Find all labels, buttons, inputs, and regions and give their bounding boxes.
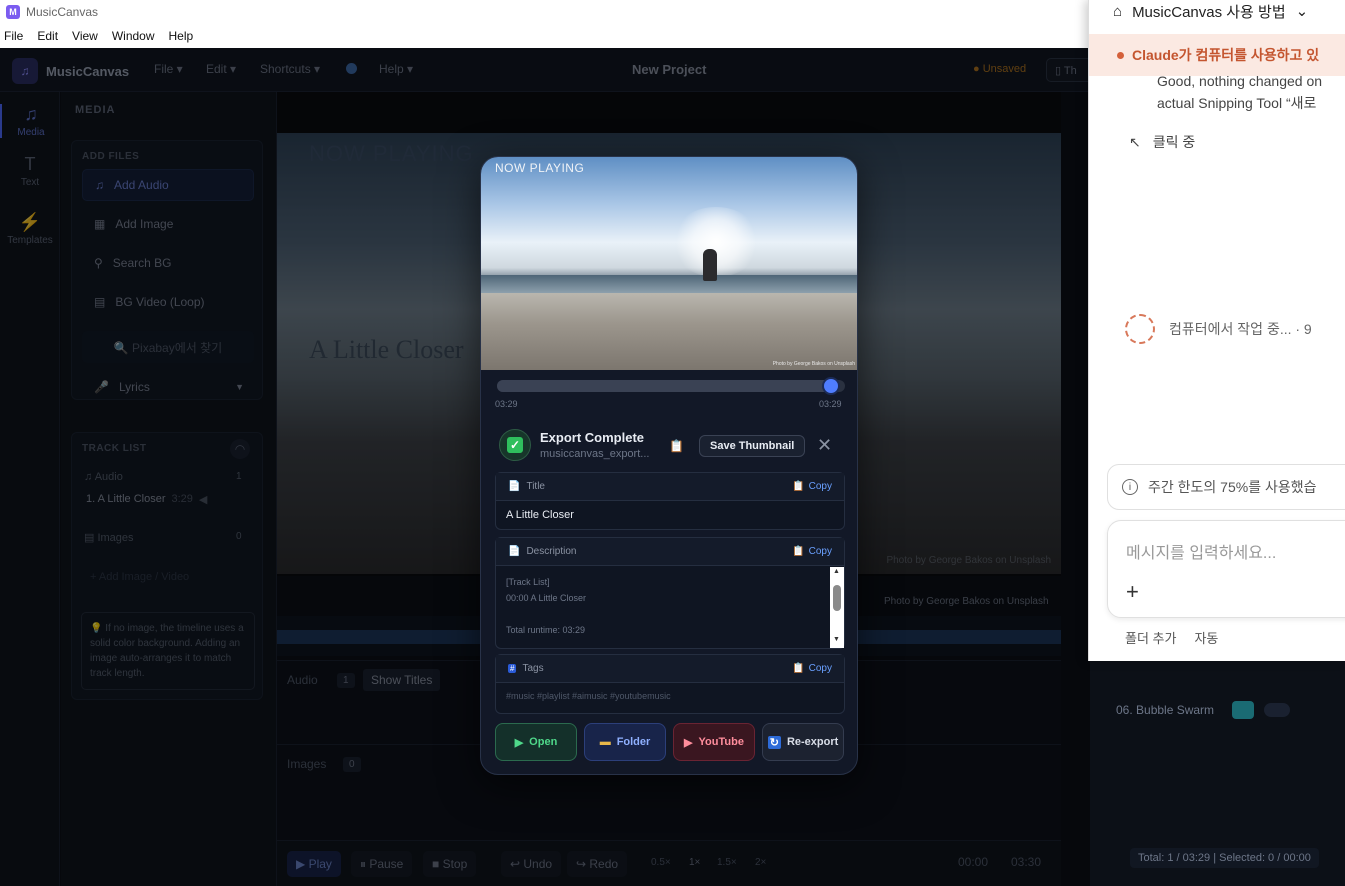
couple-silhouette: [703, 249, 717, 281]
youtube-button[interactable]: ▶ YouTube: [673, 723, 755, 761]
scroll-up-icon[interactable]: ▲: [833, 568, 840, 575]
progress-elapsed: 03:29: [495, 399, 518, 409]
copy-tags-button[interactable]: 📋 Copy: [792, 663, 832, 674]
tags-value: #music #playlist #aimusic #youtubemusic: [506, 691, 671, 701]
description-line: Total runtime: 03:29: [506, 625, 586, 635]
scroll-down-icon[interactable]: ▼: [833, 636, 840, 643]
template-toggle[interactable]: [1264, 703, 1291, 717]
copy-icon: 📋: [792, 481, 805, 492]
copy-title-button[interactable]: 📋 Copy: [792, 481, 832, 492]
description-field: 📄 Description 📋 Copy [Track List] 00:00 A…: [495, 537, 845, 649]
export-filename: musiccanvas_export...: [540, 448, 650, 460]
progress-knob[interactable]: [824, 379, 839, 393]
claude-footer: 폴더 추가 자동: [1125, 628, 1218, 647]
youtube-play-icon: ▶: [684, 736, 693, 749]
copy-label: Copy: [808, 481, 832, 492]
claude-click-label: 클릭 중: [1152, 134, 1196, 150]
window-title: MusicCanvas: [26, 5, 99, 19]
document-icon: 📄: [508, 546, 521, 557]
reexport-label: Re-export: [786, 736, 839, 748]
thumbnail-now-playing: NOW PLAYING: [495, 161, 585, 175]
menu-view[interactable]: View: [72, 29, 98, 43]
template-item[interactable]: 06. Bubble Swarm: [1088, 692, 1298, 728]
claude-working-status: 컴퓨터에서 작업 중... · 9: [1125, 314, 1312, 344]
youtube-label: YouTube: [698, 736, 744, 748]
claude-alert-text: Claude가 컴퓨터를 사용하고 있: [1132, 47, 1320, 63]
window-titlebar: M MusicCanvas: [0, 0, 1090, 24]
add-folder-button[interactable]: 폴더 추가: [1125, 628, 1176, 647]
menubar: File Edit View Window Help: [0, 24, 1090, 48]
template-item-label: 06. Bubble Swarm: [1116, 703, 1215, 717]
app-logo-icon: M: [6, 5, 20, 19]
description-text[interactable]: [Track List] 00:00 A Little Closer Total…: [506, 574, 586, 638]
menu-file[interactable]: File: [4, 29, 23, 43]
claude-panel: ⌂ MusicCanvas 사용 방법 ⌄ Claude가 컴퓨터를 사용하고 …: [1088, 0, 1345, 661]
thumbnail-credit: Photo by George Bakos on Unsplash: [772, 361, 855, 367]
totals-status: Total: 1 / 03:29 | Selected: 0 / 00:00: [1130, 848, 1319, 868]
description-line: [Track List]: [506, 577, 550, 587]
clipboard-icon[interactable]: 📋: [669, 439, 684, 453]
info-icon: i: [1122, 479, 1138, 495]
menu-window[interactable]: Window: [112, 29, 155, 43]
copy-description-button[interactable]: 📋 Copy: [792, 546, 832, 557]
export-progress-bar[interactable]: [497, 379, 845, 393]
description-line: [506, 606, 586, 622]
copy-label: Copy: [808, 663, 832, 674]
folder-icon: ▬: [599, 736, 611, 748]
menu-help[interactable]: Help: [169, 29, 194, 43]
check-icon: ✓: [499, 429, 531, 461]
plus-icon[interactable]: +: [1126, 579, 1139, 605]
menu-edit[interactable]: Edit: [37, 29, 58, 43]
claude-working-label: 컴퓨터에서 작업 중... · 9: [1169, 321, 1312, 337]
auto-mode-button[interactable]: 자동: [1194, 628, 1218, 647]
thumbnail-image: NOW PLAYING Photo by George Bakos on Uns…: [481, 157, 857, 370]
save-thumbnail-button[interactable]: Save Thumbnail: [699, 435, 806, 457]
open-label: Open: [529, 736, 558, 748]
open-button[interactable]: ▶ Open: [495, 723, 577, 761]
claude-log-line: actual Snipping Tool “새로: [1157, 95, 1317, 111]
folder-label: Folder: [616, 736, 651, 748]
spinner-icon: [1125, 314, 1155, 344]
refresh-icon: ↻: [767, 735, 781, 749]
copy-label: Copy: [808, 546, 832, 557]
message-input-placeholder: 메시지를 입력하세요...: [1126, 545, 1277, 562]
description-line: 00:00 A Little Closer: [506, 593, 587, 603]
claude-header-title: MusicCanvas 사용 방법: [1132, 3, 1286, 21]
title-label: Title: [526, 481, 545, 492]
export-status-title: Export Complete: [540, 430, 645, 445]
cursor-icon: ↖: [1129, 133, 1141, 150]
scrollbar-thumb[interactable]: [833, 585, 841, 611]
laptop-icon: ⌂: [1113, 2, 1123, 20]
reexport-button[interactable]: ↻ Re-export: [762, 723, 844, 761]
document-icon: 📄: [508, 481, 521, 492]
hash-icon: #: [508, 664, 517, 673]
message-input[interactable]: 메시지를 입력하세요... +: [1107, 520, 1345, 618]
close-icon[interactable]: ✕: [817, 435, 832, 456]
copy-icon: 📋: [792, 663, 805, 674]
usage-limit-text: 주간 한도의 75%를 사용했습: [1148, 479, 1317, 495]
description-scrollbar[interactable]: ▲ ▼: [830, 567, 844, 648]
claude-click-status: ↖ 클릭 중: [1129, 132, 1195, 152]
claude-log: Good, nothing changed on actual Snipping…: [1157, 70, 1322, 114]
claude-log-line: Good, nothing changed on: [1157, 73, 1323, 89]
description-label: Description: [526, 546, 577, 557]
template-color-swatch: [1232, 701, 1255, 719]
sea-band: [481, 275, 857, 293]
play-icon: ▶: [514, 736, 524, 749]
folder-button[interactable]: ▬ Folder: [584, 723, 666, 761]
chevron-down-icon[interactable]: ⌄: [1296, 2, 1309, 20]
tags-label: Tags: [522, 663, 544, 674]
claude-panel-header[interactable]: ⌂ MusicCanvas 사용 방법 ⌄: [1089, 0, 1345, 22]
title-field: 📄 Title 📋 Copy A Little Closer: [495, 472, 845, 530]
copy-icon: 📋: [792, 546, 805, 557]
export-complete-dialog: NOW PLAYING Photo by George Bakos on Uns…: [480, 156, 858, 775]
tags-field: # Tags 📋 Copy #music #playlist #aimusic #…: [495, 654, 845, 714]
usage-limit-notice: i 주간 한도의 75%를 사용했습: [1107, 464, 1345, 510]
title-value: A Little Closer: [506, 509, 574, 521]
progress-total: 03:29: [819, 399, 842, 409]
alert-dot: [1117, 51, 1124, 59]
progress-fill: [497, 380, 832, 392]
